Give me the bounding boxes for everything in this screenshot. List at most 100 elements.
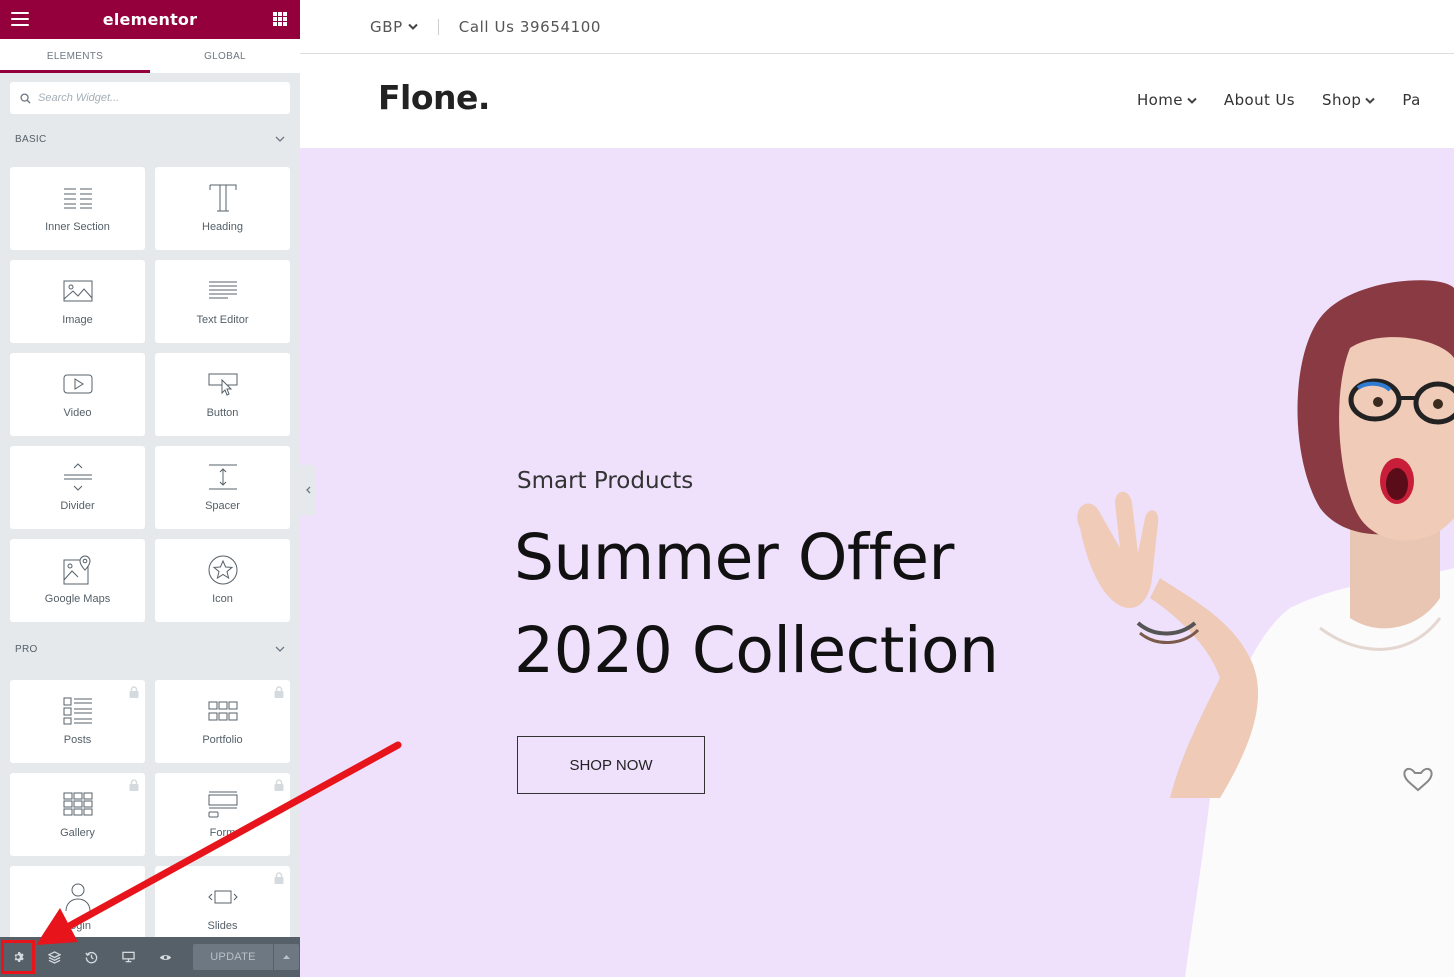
topbar-divider: [437, 18, 439, 35]
tab-elements[interactable]: ELEMENTS: [0, 39, 150, 73]
widget-button[interactable]: Button: [155, 353, 290, 436]
panel-tabs: ELEMENTS GLOBAL: [0, 39, 300, 73]
pro-widgets-grid: Posts Portfolio Gallery Form Login Slide…: [0, 680, 300, 949]
site-header: Flone. Home About Us Shop Pa: [300, 54, 1454, 148]
panel-footer: UPDATE: [0, 937, 300, 977]
widget-gallery[interactable]: Gallery: [10, 773, 145, 856]
history-button[interactable]: [73, 937, 110, 977]
widgets-grid-icon[interactable]: [273, 12, 287, 26]
update-button[interactable]: UPDATE: [193, 944, 273, 970]
widget-heading[interactable]: Heading: [155, 167, 290, 250]
nav-label: Pa: [1402, 91, 1421, 109]
divider-icon: [63, 460, 93, 494]
nav-item-about[interactable]: About Us: [1224, 91, 1295, 109]
widget-label: Slides: [207, 920, 238, 932]
widget-label: Text Editor: [196, 314, 249, 326]
widget-text-editor[interactable]: Text Editor: [155, 260, 290, 343]
widget-label: Login: [64, 920, 91, 932]
shop-now-button[interactable]: SHOP NOW: [517, 736, 705, 794]
widget-form[interactable]: Form: [155, 773, 290, 856]
elementor-panel: elementor ELEMENTS GLOBAL BASIC Inner Se…: [0, 0, 300, 977]
hero-section: Smart Products Summer Offer 2020 Collect…: [300, 148, 1454, 977]
widget-inner-section[interactable]: Inner Section: [10, 167, 145, 250]
nav-item-shop[interactable]: Shop: [1322, 91, 1376, 109]
nav-item-pages[interactable]: Pa: [1402, 91, 1420, 109]
eye-icon: [159, 954, 172, 960]
text-editor-icon: [208, 274, 238, 308]
settings-highlight-box: [1, 940, 35, 974]
lock-icon: [274, 779, 284, 791]
site-preview: GBP Call Us 39654100 Flone. Home About U…: [300, 0, 1454, 977]
widget-icon[interactable]: Icon: [155, 539, 290, 622]
currency-label: GBP: [370, 17, 403, 36]
nav-label: Home: [1137, 91, 1183, 109]
chevron-down-icon: [275, 646, 285, 652]
search-icon: [20, 92, 31, 104]
widget-portfolio[interactable]: Portfolio: [155, 680, 290, 763]
lock-icon: [274, 872, 284, 884]
chevron-left-icon: [305, 486, 310, 494]
history-icon: [85, 951, 98, 963]
widget-label: Google Maps: [44, 593, 111, 605]
category-basic-label: BASIC: [15, 133, 47, 145]
category-pro-label: PRO: [15, 643, 38, 655]
widget-posts[interactable]: Posts: [10, 680, 145, 763]
hero-title: Summer Offer 2020 Collection: [514, 511, 999, 697]
category-pro-header[interactable]: PRO: [0, 634, 300, 664]
currency-selector[interactable]: GBP: [370, 18, 418, 36]
save-options-button[interactable]: [274, 944, 299, 970]
inner-section-icon: [63, 181, 93, 215]
widget-spacer[interactable]: Spacer: [155, 446, 290, 529]
elementor-logo: elementor: [102, 10, 198, 29]
login-icon: [63, 880, 93, 914]
widget-google-maps[interactable]: Google Maps: [10, 539, 145, 622]
tab-global[interactable]: GLOBAL: [150, 39, 300, 73]
panel-collapse-handle[interactable]: [300, 465, 316, 515]
lock-icon: [274, 686, 284, 698]
lock-icon: [129, 779, 139, 791]
site-topbar: GBP Call Us 39654100: [300, 0, 1454, 54]
button-icon: [208, 367, 238, 401]
widget-label: Divider: [60, 500, 95, 512]
widget-label: Inner Section: [45, 221, 110, 233]
menu-hamburger-icon[interactable]: [11, 12, 29, 26]
widget-video[interactable]: Video: [10, 353, 145, 436]
form-icon: [208, 787, 238, 821]
widget-image[interactable]: Image: [10, 260, 145, 343]
nav-label: About Us: [1223, 91, 1296, 109]
responsive-mode-button[interactable]: [110, 937, 147, 977]
basic-widgets-grid: Inner Section Heading Image Text Editor …: [0, 167, 300, 622]
widget-label: Posts: [63, 734, 92, 746]
posts-icon: [63, 694, 93, 728]
hero-title-line1: Summer Offer: [514, 521, 954, 594]
widget-search-box: [10, 82, 290, 114]
gallery-icon: [63, 787, 93, 821]
site-logo[interactable]: Flone.: [378, 78, 490, 117]
widget-label: Portfolio: [202, 734, 243, 746]
preview-button[interactable]: [147, 937, 184, 977]
chevron-down-icon: [1365, 97, 1376, 104]
search-widget-input[interactable]: [38, 92, 258, 104]
hero-model-image: [1077, 280, 1454, 977]
star-icon: [208, 553, 238, 587]
main-nav: Home About Us Shop Pa: [1137, 91, 1448, 109]
slides-icon: [207, 880, 238, 914]
widget-label: Form: [209, 827, 236, 839]
widget-label: Video: [63, 407, 92, 419]
category-basic-header[interactable]: BASIC: [0, 124, 300, 154]
widget-divider[interactable]: Divider: [10, 446, 145, 529]
widget-label: Icon: [212, 593, 233, 605]
navigator-button[interactable]: [36, 937, 73, 977]
nav-label: Shop: [1322, 91, 1362, 109]
layers-icon: [48, 950, 61, 964]
lock-icon: [129, 686, 139, 698]
image-icon: [63, 274, 93, 308]
widget-label: Heading: [202, 221, 243, 233]
google-maps-icon: [63, 553, 93, 587]
portfolio-icon: [208, 694, 238, 728]
widget-label: Button: [206, 407, 239, 419]
spacer-icon: [208, 460, 238, 494]
nav-item-home[interactable]: Home: [1137, 91, 1197, 109]
phone-text: Call Us 39654100: [458, 17, 602, 36]
hero-title-line2: 2020 Collection: [514, 614, 999, 687]
